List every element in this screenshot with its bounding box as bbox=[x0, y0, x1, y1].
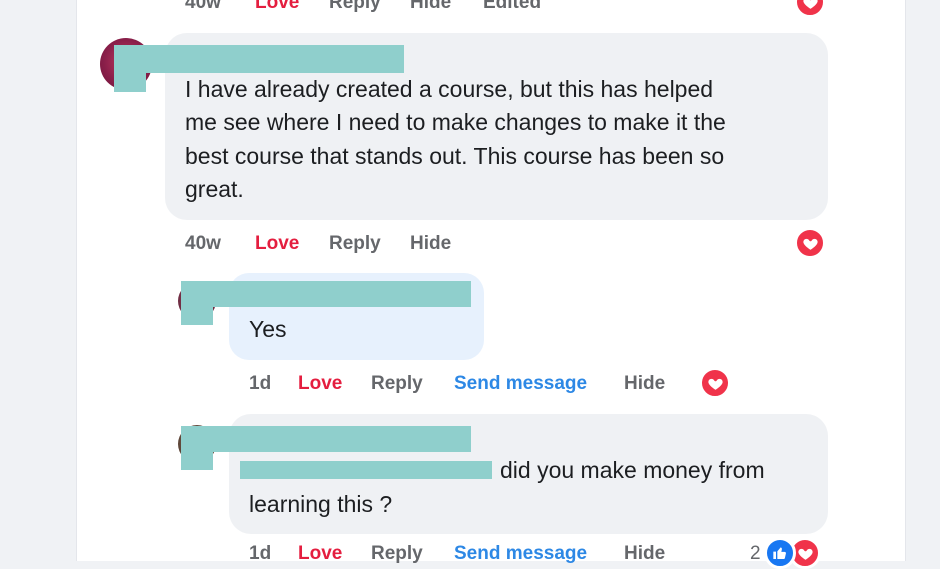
reaction-count[interactable]: 2 bbox=[750, 543, 761, 565]
reply-button[interactable]: Reply bbox=[329, 233, 381, 255]
hide-button[interactable]: Hide bbox=[624, 373, 665, 395]
comment-text-line-3: best course that stands out. This course… bbox=[185, 143, 725, 169]
top-edited-label: Edited bbox=[483, 0, 542, 13]
comment-text-line-1: I have already created a course, but thi… bbox=[185, 76, 714, 102]
comment-timestamp[interactable]: 40w bbox=[185, 233, 221, 255]
redacted-mention bbox=[240, 461, 492, 479]
top-hide-button[interactable]: Hide bbox=[410, 0, 451, 14]
redacted-name bbox=[181, 281, 471, 307]
reply-button[interactable]: Reply bbox=[371, 543, 423, 565]
redacted-avatar-part bbox=[114, 45, 146, 92]
heart-icon[interactable] bbox=[699, 367, 731, 399]
like-icon[interactable] bbox=[764, 537, 796, 569]
reply-text-line-2: learning this ? bbox=[249, 491, 393, 517]
top-timestamp[interactable]: 40w bbox=[185, 0, 221, 14]
reply-button[interactable]: Reply bbox=[371, 373, 423, 395]
reply-text: Yes bbox=[249, 316, 287, 342]
send-message-button[interactable]: Send message bbox=[454, 373, 587, 395]
comment-text-line-2: me see where I need to make changes to m… bbox=[185, 109, 726, 135]
redacted-avatar-part bbox=[181, 281, 213, 325]
reply-text-line-1: did you make money from bbox=[500, 457, 765, 483]
hide-button[interactable]: Hide bbox=[624, 543, 665, 565]
love-button[interactable]: Love bbox=[298, 373, 342, 395]
top-reply-button[interactable]: Reply bbox=[329, 0, 381, 14]
hide-button[interactable]: Hide bbox=[410, 233, 451, 255]
comment-text-line-4: great. bbox=[185, 176, 244, 202]
reply-timestamp[interactable]: 1d bbox=[249, 543, 271, 565]
top-love-button[interactable]: Love bbox=[255, 0, 299, 14]
redacted-name bbox=[114, 45, 404, 73]
love-button[interactable]: Love bbox=[255, 233, 299, 255]
reply-timestamp[interactable]: 1d bbox=[249, 373, 271, 395]
redacted-avatar-part bbox=[181, 426, 213, 470]
love-button[interactable]: Love bbox=[298, 543, 342, 565]
redacted-name bbox=[181, 426, 471, 452]
heart-icon[interactable] bbox=[794, 227, 826, 259]
send-message-button[interactable]: Send message bbox=[454, 543, 587, 565]
